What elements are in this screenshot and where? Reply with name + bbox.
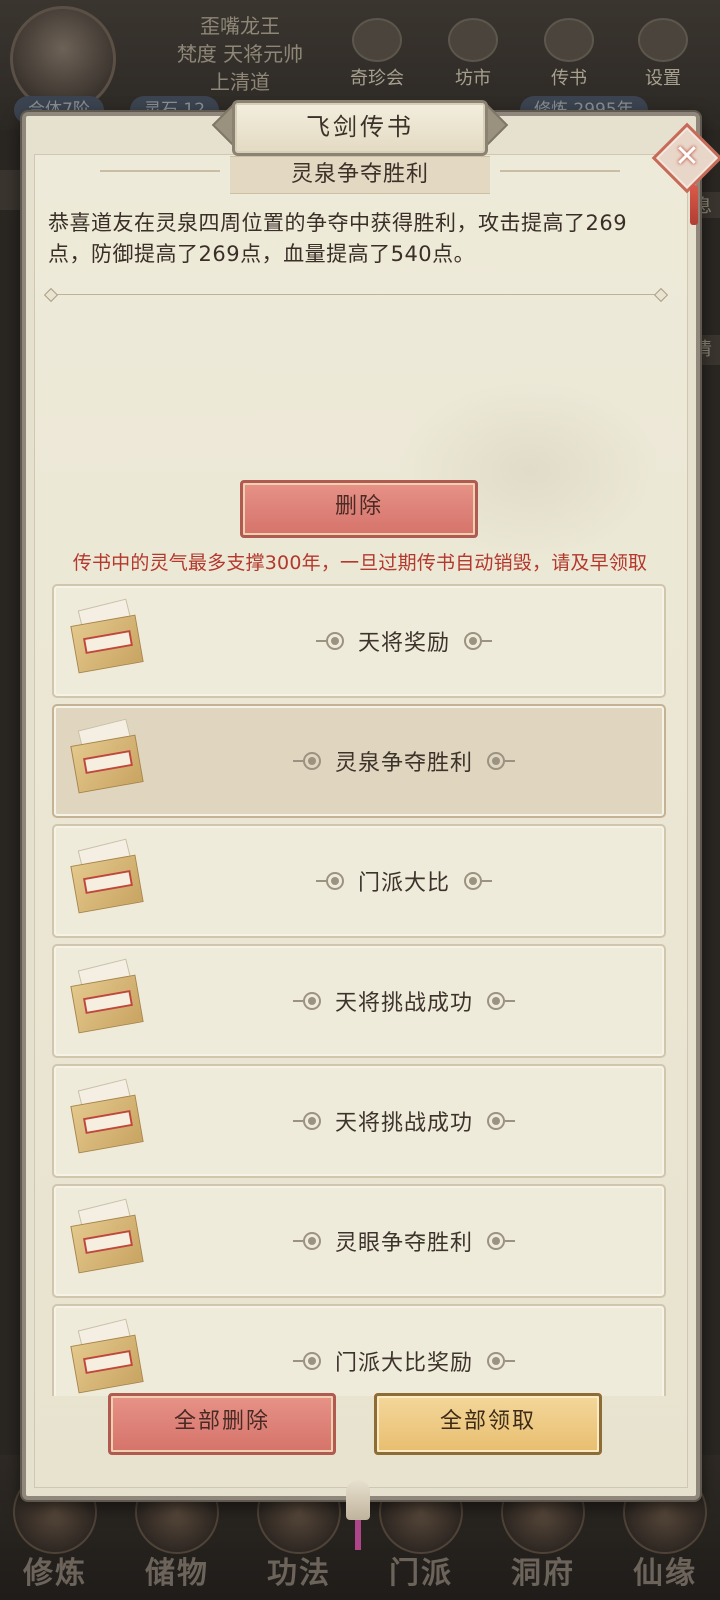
nav-label: 修炼 [23, 1556, 87, 1591]
ornament-dot [292, 1112, 321, 1130]
top-button-label: 坊市 [455, 68, 491, 89]
top-button-label: 设置 [645, 68, 681, 89]
message-body: 恭喜道友在灵泉四周位置的争夺中获得胜利，攻击提高了269点，防御提高了269点，… [48, 211, 628, 266]
ornament-dot [487, 752, 515, 770]
top-button-settings[interactable]: 设置 [628, 18, 698, 90]
envelope-icon [70, 838, 144, 914]
mail-list-item[interactable]: 天将挑战成功 [52, 1064, 666, 1178]
envelope-icon [70, 958, 144, 1034]
gear-icon [638, 18, 688, 62]
envelope-icon [70, 598, 144, 674]
mail-item-title: 天将奖励 [357, 631, 450, 656]
mail-item-title: 门派大比 [357, 871, 450, 896]
top-button-mail[interactable]: 传书 [534, 18, 604, 90]
bell-icon [346, 1480, 370, 1520]
player-title: 梵度 天将元帅 [176, 42, 304, 66]
top-button-label: 传书 [551, 68, 587, 89]
mail-item-title: 门派大比奖励 [334, 1351, 473, 1376]
mail-item-title: 灵泉争夺胜利 [334, 751, 473, 776]
message-divider [52, 294, 660, 295]
ornament-dot [487, 992, 515, 1010]
expiry-notice: 传书中的灵气最多支撑300年，一旦过期传书自动销毁，请及早领取 [72, 552, 648, 574]
tassel-ornament [690, 185, 698, 225]
mail-list-item[interactable]: 灵眼争夺胜利 [52, 1184, 666, 1298]
nav-label: 洞府 [511, 1556, 575, 1591]
shop-icon [448, 18, 498, 62]
mail-item-title: 灵眼争夺胜利 [334, 1231, 473, 1256]
close-icon: ✕ [674, 139, 700, 174]
top-button-shop[interactable]: 坊市 [438, 18, 508, 90]
top-button-market[interactable]: 奇珍会 [342, 18, 412, 90]
top-button-label: 奇珍会 [350, 68, 404, 89]
nav-label: 门派 [389, 1556, 453, 1591]
delete-button[interactable]: 删除 [240, 480, 478, 538]
envelope-icon [70, 1318, 144, 1394]
mail-list[interactable]: 天将奖励 灵泉争夺胜利 门派大比 天将挑战成功 天将挑战成功 灵眼争夺胜利 门派… [48, 584, 670, 1396]
ornament-dot [464, 872, 492, 890]
header-ornament-left [100, 170, 220, 172]
mail-item-title: 天将挑战成功 [334, 1111, 473, 1136]
ornament-dot [292, 992, 321, 1010]
mail-list-item[interactable]: 门派大比奖励 [52, 1304, 666, 1396]
ornament-dot [292, 1352, 321, 1370]
ornament-dot [487, 1232, 515, 1250]
header-ornament-right [500, 170, 620, 172]
envelope-icon [70, 1198, 144, 1274]
ornament-dot [487, 1352, 515, 1370]
player-name: 歪嘴龙王 [200, 14, 280, 38]
envelope-icon [70, 1078, 144, 1154]
claim-all-button[interactable]: 全部领取 [374, 1393, 602, 1455]
player-sect: 上清道 [210, 70, 270, 94]
envelope-icon [70, 718, 144, 794]
ornament-dot [292, 1232, 321, 1250]
mail-list-item[interactable]: 天将奖励 [52, 584, 666, 698]
ornament-dot [315, 872, 344, 890]
treasure-icon [352, 18, 402, 62]
mail-list-item-selected[interactable]: 灵泉争夺胜利 [52, 704, 666, 818]
ornament-dot [292, 752, 321, 770]
message-title: 灵泉争夺胜利 [230, 156, 490, 194]
mail-list-item[interactable]: 门派大比 [52, 824, 666, 938]
nav-label: 功法 [267, 1556, 331, 1591]
nav-label: 储物 [145, 1556, 209, 1591]
ornament-dot [464, 632, 492, 650]
dialog-title: 飞剑传书 [232, 100, 488, 156]
delete-all-button[interactable]: 全部删除 [108, 1393, 336, 1455]
ornament-dot [487, 1112, 515, 1130]
mail-list-item[interactable]: 天将挑战成功 [52, 944, 666, 1058]
nav-label: 仙缘 [633, 1556, 697, 1591]
mail-icon [544, 18, 594, 62]
ornament-dot [315, 632, 344, 650]
mail-item-title: 天将挑战成功 [334, 991, 473, 1016]
bell-tassel [355, 1520, 361, 1550]
